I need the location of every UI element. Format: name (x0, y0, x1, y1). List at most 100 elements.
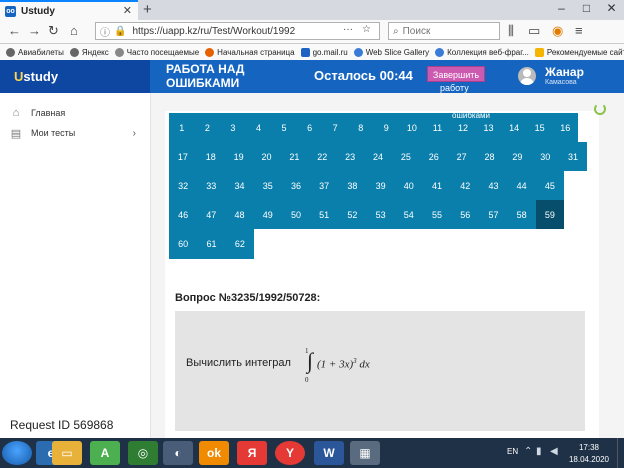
search-box[interactable]: ⌕ (388, 22, 500, 40)
tab-close-icon[interactable]: ✕ (123, 4, 132, 17)
question-number-button[interactable]: 16 (552, 113, 578, 143)
question-number-button[interactable]: 22 (308, 142, 336, 171)
question-number-button[interactable]: 14 (501, 113, 527, 143)
app-a-icon[interactable]: A (90, 441, 120, 465)
question-number-button[interactable]: 5 (271, 113, 297, 143)
word-icon[interactable]: W (314, 441, 344, 465)
question-number-button[interactable]: 60 (169, 229, 197, 259)
network-icon[interactable]: ▮ (536, 446, 542, 457)
finish-work-button[interactable]: Завершить (427, 66, 485, 82)
odnoklassniki-icon[interactable]: ok (199, 441, 229, 465)
question-number-button[interactable]: 58 (508, 200, 536, 229)
url-text[interactable]: https://uapp.kz/ru/Test/Workout/1992 (132, 26, 295, 37)
page-actions-icon[interactable]: ··· (343, 24, 353, 35)
explorer-folder-icon[interactable]: ▭ (52, 441, 82, 465)
question-number-button[interactable]: 25 (392, 142, 420, 171)
volume-icon[interactable]: ◀ (550, 446, 558, 457)
yandex-icon[interactable]: Я (237, 441, 267, 465)
menu-icon[interactable]: ≡ (575, 23, 583, 38)
question-number-button[interactable]: 49 (254, 200, 282, 229)
question-number-button[interactable]: 40 (395, 171, 423, 200)
question-number-button[interactable]: 31 (559, 142, 587, 171)
address-bar[interactable]: ⓘ 🔒 https://uapp.kz/ru/Test/Workout/1992… (95, 22, 380, 40)
tray-chevron-icon[interactable]: ⌃ (524, 446, 532, 457)
question-number-button[interactable]: 50 (282, 200, 310, 229)
question-number-button[interactable]: 53 (367, 200, 395, 229)
question-number-button[interactable]: 44 (508, 171, 536, 200)
question-number-button[interactable]: 35 (254, 171, 282, 200)
question-number-button[interactable]: 6 (297, 113, 323, 143)
close-window-button[interactable]: ✕ (599, 0, 624, 18)
question-number-button[interactable]: 19 (225, 142, 253, 171)
sidebar-item-my-tests[interactable]: ▤ Мои тесты › (10, 125, 140, 141)
question-number-button[interactable]: 56 (451, 200, 479, 229)
question-number-button[interactable]: 15 (527, 113, 553, 143)
back-arrow-icon[interactable]: ← (8, 23, 21, 38)
question-number-button[interactable]: 51 (310, 200, 338, 229)
question-number-button[interactable]: 21 (280, 142, 308, 171)
question-number-button[interactable]: 42 (451, 171, 479, 200)
bookmark-item[interactable]: go.mail.ru (300, 47, 348, 57)
question-number-button[interactable]: 30 (531, 142, 559, 171)
question-number-button[interactable]: 59 (535, 200, 564, 229)
question-number-button[interactable]: 55 (423, 200, 451, 229)
question-number-button[interactable]: 29 (503, 142, 531, 171)
bookmark-item[interactable]: Начальная страница (205, 47, 295, 57)
language-indicator[interactable]: EN (507, 447, 518, 456)
maximize-button[interactable]: □ (574, 0, 599, 18)
search-input[interactable] (402, 25, 488, 37)
show-desktop-button[interactable] (617, 438, 624, 468)
start-button[interactable] (2, 441, 32, 465)
bookmark-star-icon[interactable]: ☆ (362, 24, 371, 35)
bookmark-item[interactable]: Рекомендуемые сайты (534, 47, 624, 57)
question-number-button[interactable]: 39 (367, 171, 395, 200)
app-window-icon[interactable]: ▦ (350, 441, 380, 465)
clock-time[interactable]: 17:38 (572, 443, 606, 452)
question-number-button[interactable]: 17 (169, 142, 197, 171)
question-number-button[interactable]: 41 (423, 171, 451, 200)
new-tab-button[interactable]: + (143, 1, 152, 18)
shield-icon[interactable]: ◉ (552, 23, 563, 39)
question-number-button[interactable]: 9 (374, 113, 400, 143)
question-number-button[interactable]: 2 (195, 113, 221, 143)
question-number-button[interactable]: 3 (220, 113, 246, 143)
question-number-button[interactable]: 10 (399, 113, 425, 143)
home-browser-icon[interactable]: ⌂ (70, 23, 78, 38)
bookmark-item[interactable]: Авиабилеты (6, 47, 64, 57)
avatar[interactable] (518, 67, 536, 85)
bookmark-item[interactable]: Web Slice Gallery (353, 47, 429, 57)
question-number-button[interactable]: 18 (197, 142, 225, 171)
library-icon[interactable]: ⫼ (508, 23, 514, 39)
question-number-button[interactable]: 32 (169, 171, 197, 200)
question-number-button[interactable]: 28 (476, 142, 504, 171)
firefox-taskbar-icon[interactable]: ◐ (163, 441, 193, 465)
minimize-button[interactable]: – (549, 0, 574, 18)
question-number-button[interactable]: 7 (322, 113, 348, 143)
reload-icon[interactable]: ↻ (48, 23, 59, 39)
question-number-button[interactable]: 1 (169, 113, 195, 143)
bookmark-item[interactable]: Коллекция веб-фраг... (435, 47, 529, 57)
question-number-button[interactable]: 24 (364, 142, 392, 171)
question-number-button[interactable]: 62 (226, 229, 254, 259)
question-number-button[interactable]: 11 (425, 113, 451, 143)
question-number-button[interactable]: 43 (479, 171, 507, 200)
finish-work-button-label[interactable]: работу (440, 83, 469, 93)
app-green-circle-icon[interactable]: ◎ (128, 441, 158, 465)
bookmark-item[interactable]: Яндекс (69, 47, 109, 57)
question-number-button[interactable]: 37 (310, 171, 338, 200)
question-number-button[interactable]: 57 (479, 200, 507, 229)
sidebar-item-home[interactable]: ⌂ Главная (10, 105, 140, 121)
question-number-button[interactable]: 4 (246, 113, 272, 143)
question-number-button[interactable]: 61 (197, 229, 225, 259)
question-number-button[interactable]: 46 (169, 200, 197, 229)
user-name[interactable]: Жанар (545, 65, 584, 79)
bookmark-item[interactable]: Часто посещаемые (114, 47, 199, 57)
question-number-button[interactable]: 33 (197, 171, 225, 200)
question-number-button[interactable]: 8 (348, 113, 374, 143)
question-number-button[interactable]: 36 (282, 171, 310, 200)
question-number-button[interactable]: 47 (197, 200, 225, 229)
tab-ustudy[interactable]: oo Ustudy ✕ (0, 0, 138, 20)
ustudy-logo[interactable]: Ustudy (0, 60, 150, 93)
sidebar-toggle-icon[interactable]: ▭ (528, 23, 540, 39)
yandex-browser-icon[interactable]: Y (275, 441, 305, 465)
